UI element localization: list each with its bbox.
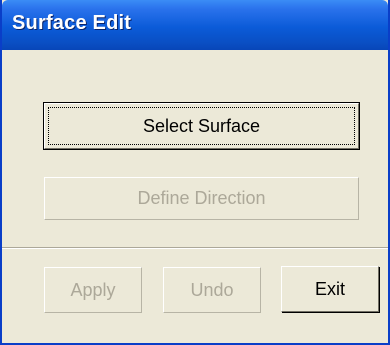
surface-edit-dialog: Surface Edit Select Surface Define Direc… <box>0 0 390 345</box>
apply-button[interactable]: Apply <box>44 267 142 313</box>
window-title: Surface Edit <box>12 12 132 34</box>
divider <box>2 247 388 249</box>
exit-label: Exit <box>314 278 345 299</box>
exit-button[interactable]: Exit <box>281 266 379 312</box>
define-direction-label: Define Direction <box>137 188 266 208</box>
select-surface-button[interactable]: Select Surface <box>44 103 359 149</box>
define-direction-button[interactable]: Define Direction <box>44 177 359 220</box>
select-surface-label: Select Surface <box>142 115 261 136</box>
undo-button[interactable]: Undo <box>163 267 261 313</box>
title-bar[interactable]: Surface Edit <box>2 0 388 50</box>
undo-label: Undo <box>190 279 234 300</box>
apply-label: Apply <box>70 279 116 300</box>
